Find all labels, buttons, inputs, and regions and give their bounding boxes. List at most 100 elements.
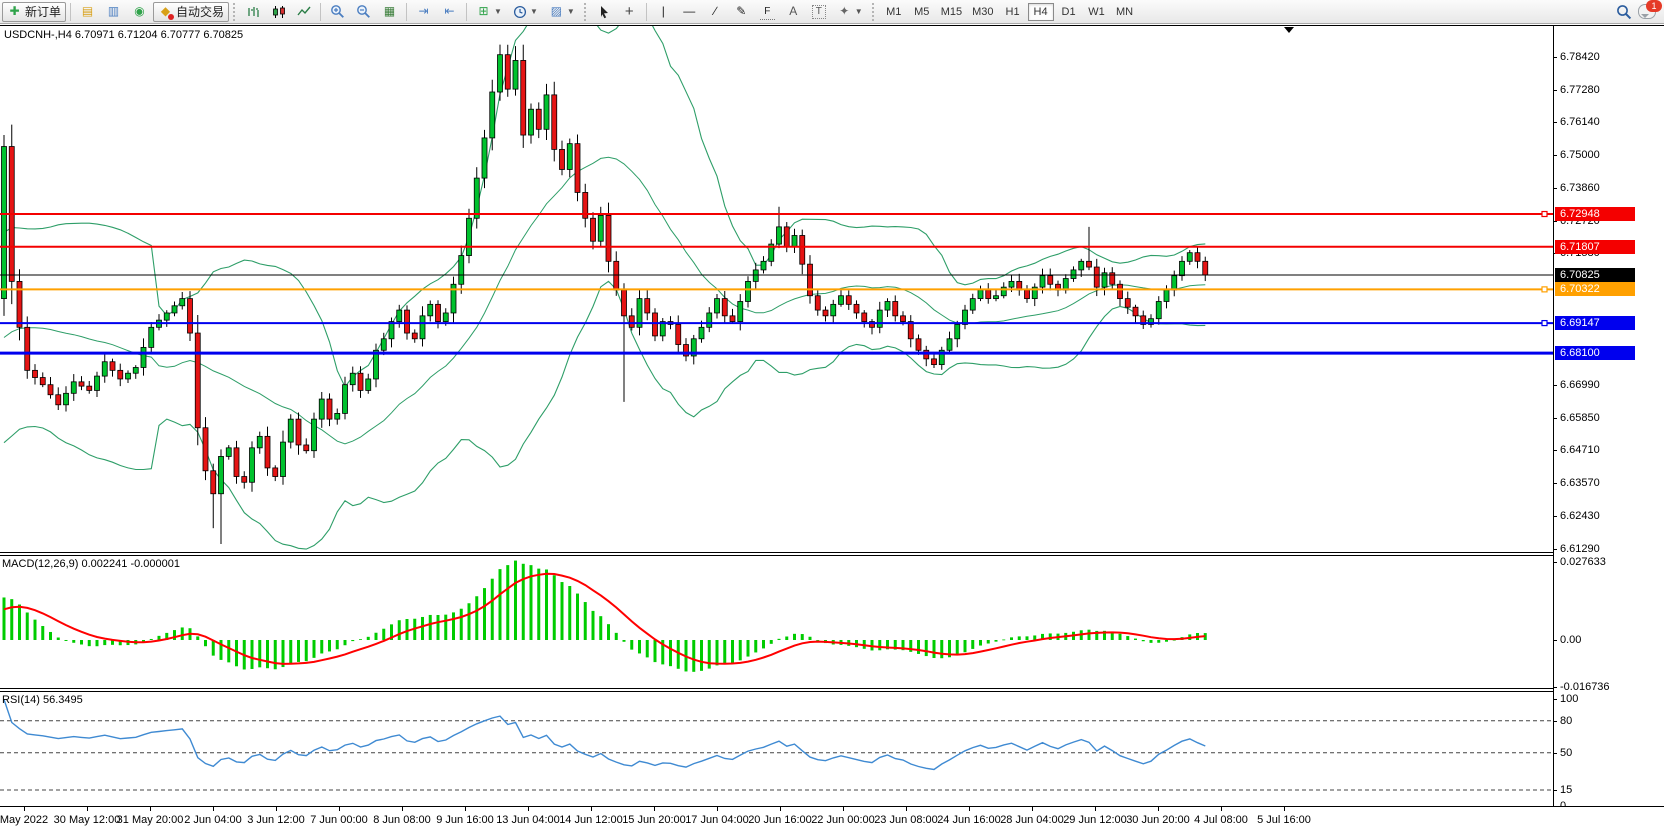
cursor-button[interactable] <box>593 2 616 22</box>
macd-histogram-bar <box>708 640 711 669</box>
dropdown-caret-icon: ▼ <box>530 7 538 16</box>
vertical-line-button[interactable]: | <box>651 2 676 22</box>
timeframe-m1[interactable]: M1 <box>881 3 907 21</box>
market-watch-button[interactable]: ▥ <box>101 2 126 22</box>
candle-body <box>87 386 92 390</box>
candle-body <box>459 256 464 285</box>
auto-scroll-button[interactable]: ⇥ <box>411 2 436 22</box>
toolbar-separator <box>70 3 71 21</box>
timeframe-w1[interactable]: W1 <box>1084 3 1110 21</box>
ohlc-high: 6.71204 <box>118 29 158 41</box>
market-watch-icon: ▥ <box>106 4 121 19</box>
timeframe-d1[interactable]: D1 <box>1056 3 1082 21</box>
text-icon: A <box>786 4 801 19</box>
chat-icon[interactable]: 1 <box>1638 4 1656 19</box>
crosshair-button[interactable]: + <box>617 2 642 22</box>
price-level-badge[interactable]: 6.69147 <box>1555 316 1635 330</box>
chart-shift-button[interactable]: ⇤ <box>437 2 462 22</box>
macd-histogram-bar <box>778 639 781 640</box>
candle-body <box>622 290 627 316</box>
price-axis-tick <box>1553 640 1557 641</box>
text-label-button[interactable]: T <box>807 2 831 22</box>
templates-button[interactable]: ▨▼ <box>544 2 580 22</box>
candle-body <box>815 296 820 310</box>
signals-button[interactable]: ◉ <box>127 2 152 22</box>
indicators-button[interactable]: ⊞▼ <box>471 2 507 22</box>
channel-button[interactable]: ✎ <box>729 2 754 22</box>
macd-histogram-bar <box>739 640 742 660</box>
macd-histogram-bar <box>297 640 300 662</box>
search-icon[interactable] <box>1616 4 1632 20</box>
main-chart-pane[interactable] <box>0 26 1553 552</box>
macd-histogram-bar <box>49 632 52 640</box>
price-level-badge[interactable]: 6.68100 <box>1555 346 1635 360</box>
time-axis[interactable]: May 202230 May 12:0031 May 20:002 Jun 04… <box>0 806 1664 832</box>
periods-button[interactable]: ▼ <box>508 2 543 22</box>
timeframe-m30[interactable]: M30 <box>968 3 997 21</box>
charts-button[interactable]: ▤ <box>75 2 100 22</box>
macd-histogram-bar <box>1126 636 1129 640</box>
pane-separator[interactable] <box>0 688 1553 689</box>
price-level-badge[interactable]: 6.72948 <box>1555 207 1635 221</box>
macd-histogram-bar <box>57 638 60 640</box>
timeframe-mn[interactable]: MN <box>1112 3 1138 21</box>
candle-body <box>312 419 317 451</box>
time-axis-tick <box>843 807 844 811</box>
autotrade-button[interactable]: ◆ 自动交易 <box>153 2 229 22</box>
price-level-badge[interactable]: 6.70322 <box>1555 282 1635 296</box>
price-axis-label: 6.63570 <box>1560 477 1600 489</box>
zoom-out-button[interactable] <box>351 2 376 22</box>
toolbar-right: 1 <box>1616 4 1662 20</box>
macd-histogram-bar <box>638 640 641 653</box>
macd-histogram-bar <box>917 640 920 654</box>
time-axis-tick <box>528 807 529 811</box>
chart-shift-marker[interactable] <box>1284 27 1294 38</box>
channel-icon: ✎ <box>734 4 749 19</box>
candlestick-chart-button[interactable] <box>267 2 291 22</box>
trendline-button[interactable]: ∕ <box>703 2 728 22</box>
candle-body <box>784 227 789 247</box>
macd-histogram-bar <box>925 640 928 656</box>
candle-body <box>505 55 510 89</box>
current-price-badge[interactable]: 6.70825 <box>1555 268 1635 282</box>
macd-histogram-bar <box>491 579 494 640</box>
rsi-pane[interactable] <box>0 692 1553 806</box>
auto-scroll-icon: ⇥ <box>416 4 431 19</box>
fibonacci-button[interactable]: F <box>755 2 780 22</box>
macd-histogram-bar <box>26 612 29 639</box>
candle-body <box>986 290 991 299</box>
bar-chart-button[interactable] <box>242 2 266 22</box>
zoom-in-button[interactable] <box>325 2 350 22</box>
macd-histogram-bar <box>933 640 936 658</box>
timeframe-h4[interactable]: H4 <box>1028 3 1054 21</box>
candle-body <box>350 373 355 384</box>
candle-body <box>1009 281 1014 287</box>
candle-body <box>17 281 22 327</box>
arrows-button[interactable]: ✦▼ <box>832 2 868 22</box>
tile-windows-button[interactable]: ▦ <box>377 2 402 22</box>
horizontal-line-button[interactable]: — <box>677 2 702 22</box>
candle-body <box>118 370 123 379</box>
text-button[interactable]: A <box>781 2 806 22</box>
new-order-button[interactable]: ✚ 新订单 <box>2 2 66 22</box>
macd-histogram-bar <box>700 640 703 671</box>
macd-histogram-bar <box>88 640 91 646</box>
candle-body <box>195 333 200 428</box>
rsi-axis-label: 100 <box>1560 693 1578 705</box>
macd-pane[interactable] <box>0 556 1553 687</box>
macd-histogram-bar <box>576 594 579 640</box>
macd-histogram-bar <box>444 615 447 640</box>
timeframe-m5[interactable]: M5 <box>909 3 935 21</box>
candle-body <box>335 413 340 419</box>
price-level-badge[interactable]: 6.71807 <box>1555 240 1635 254</box>
candle-body <box>955 324 960 338</box>
timeframe-h1[interactable]: H1 <box>1000 3 1026 21</box>
timeframe-m15[interactable]: M15 <box>937 3 966 21</box>
fibonacci-icon: F <box>760 4 775 20</box>
pane-separator[interactable] <box>0 552 1553 553</box>
line-chart-button[interactable] <box>292 2 316 22</box>
candle-body <box>885 301 890 310</box>
candle-body <box>1203 261 1208 275</box>
macd-histogram-bar <box>421 617 424 640</box>
macd-histogram-bar <box>367 637 370 640</box>
